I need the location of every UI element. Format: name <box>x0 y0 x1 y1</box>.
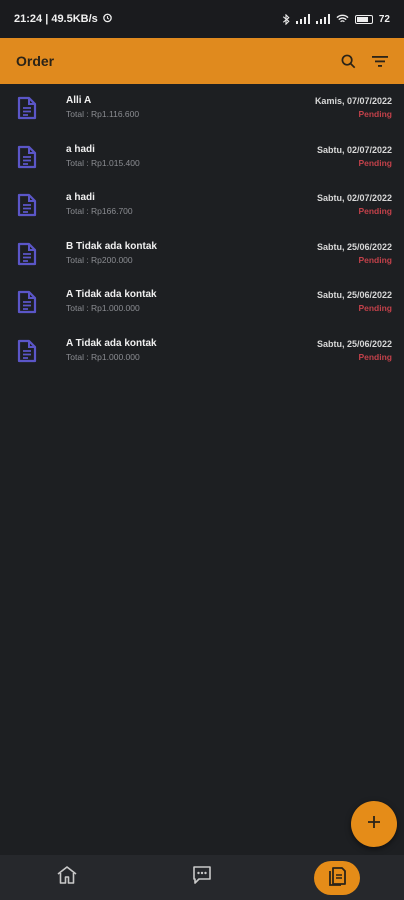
order-total: Total : Rp1.116.600 <box>66 109 140 119</box>
document-icon <box>16 193 38 217</box>
document-icon <box>16 145 38 169</box>
order-name: A Tidak ada kontak <box>66 289 157 301</box>
order-date: Sabtu, 02/07/2022 <box>316 193 392 204</box>
order-total: Total : Rp200.000 <box>66 254 133 265</box>
nav-orders-active <box>313 860 360 895</box>
list-item[interactable]: A Tidak ada kontak Total : Rp1.000.000 S… <box>0 327 404 376</box>
list-item[interactable]: A Tidak ada kontak Total : Rp1.000.000 S… <box>0 278 404 327</box>
order-list: Alli A Total : Rp1.116.600 Kamis, 07/07/… <box>0 84 404 376</box>
order-total: Total : Rp166.700 <box>66 206 133 217</box>
add-order-button[interactable] <box>351 801 397 847</box>
status-badge: Pending <box>358 254 392 265</box>
filter-icon[interactable] <box>372 55 388 68</box>
list-item[interactable]: a hadi Total : Rp166.700 Sabtu, 02/07/20… <box>0 181 404 230</box>
order-total: Total : Rp1.000.000 <box>66 351 140 362</box>
nav-orders[interactable] <box>307 855 367 900</box>
status-badge: Pending <box>358 109 392 119</box>
list-item[interactable]: B Tidak ada kontak Total : Rp200.000 Sab… <box>0 230 404 279</box>
signal-icon-2 <box>315 14 330 24</box>
order-name: a hadi <box>66 143 95 155</box>
document-icon <box>16 339 38 363</box>
order-total: Total : Rp1.000.000 <box>66 303 140 314</box>
list-item[interactable]: Alli A Total : Rp1.116.600 Kamis, 07/07/… <box>0 84 404 133</box>
bluetooth-icon <box>282 13 290 25</box>
document-icon <box>16 290 38 314</box>
order-name: B Tidak ada kontak <box>66 240 157 252</box>
page-title: Order <box>16 53 55 69</box>
status-time: 21:24 | 49.5KB/s <box>14 13 98 25</box>
status-badge: Pending <box>358 157 392 168</box>
bottom-nav <box>0 855 404 900</box>
alarm-icon <box>102 12 113 26</box>
status-badge: Pending <box>358 206 392 217</box>
order-name: A Tidak ada kontak <box>66 337 157 349</box>
order-date: Sabtu, 25/06/2022 <box>316 290 392 301</box>
status-bar: 21:24 | 49.5KB/s 72 <box>0 0 404 38</box>
battery-level: 72 <box>378 13 390 25</box>
order-name: a hadi <box>66 192 95 204</box>
signal-icon <box>295 14 310 24</box>
orders-icon <box>327 864 347 891</box>
document-icon <box>16 242 38 266</box>
order-date: Sabtu, 25/06/2022 <box>316 338 392 349</box>
order-date: Kamis, 07/07/2022 <box>314 96 392 106</box>
order-date: Sabtu, 02/07/2022 <box>316 144 392 155</box>
nav-chat[interactable] <box>172 855 232 900</box>
app-bar: Order <box>0 38 404 84</box>
status-badge: Pending <box>358 303 392 314</box>
battery-icon <box>354 14 373 24</box>
list-item[interactable]: a hadi Total : Rp1.015.400 Sabtu, 02/07/… <box>0 133 404 182</box>
order-name: Alli A <box>66 95 92 106</box>
status-badge: Pending <box>358 351 392 362</box>
nav-home[interactable] <box>37 855 97 900</box>
search-icon[interactable] <box>341 54 356 69</box>
order-total: Total : Rp1.015.400 <box>66 157 140 168</box>
order-date: Sabtu, 25/06/2022 <box>316 241 392 252</box>
wifi-icon <box>336 14 349 24</box>
plus-icon <box>366 814 382 835</box>
chat-icon <box>192 865 212 890</box>
home-icon <box>56 865 78 890</box>
document-icon <box>16 96 38 120</box>
